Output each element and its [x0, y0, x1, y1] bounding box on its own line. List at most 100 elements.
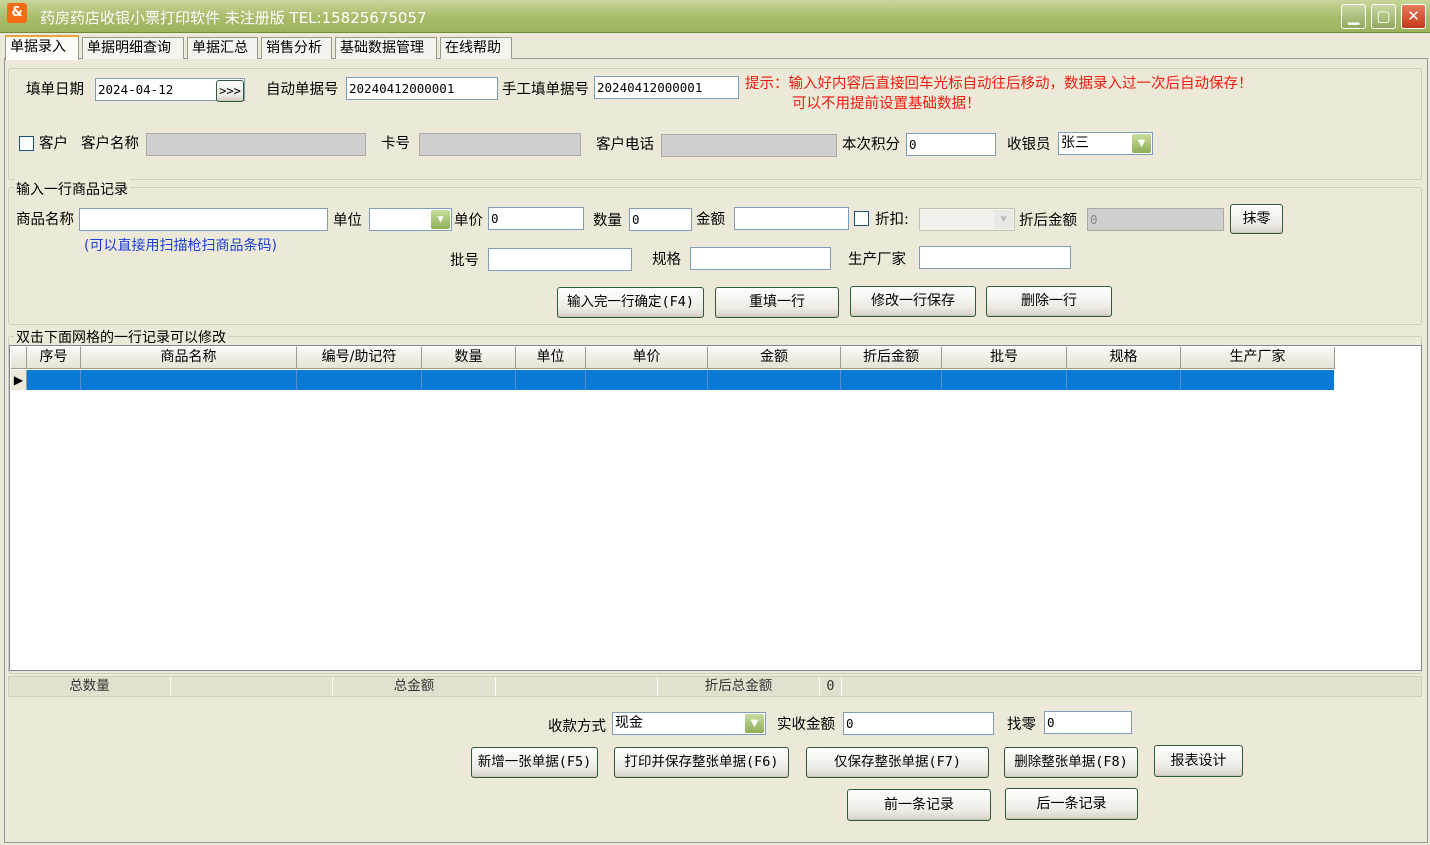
date-label: 填单日期 [26, 82, 84, 98]
amount-input[interactable] [734, 207, 849, 230]
minimize-button[interactable]: ▁ [1341, 4, 1366, 29]
table-cell[interactable] [81, 370, 297, 390]
report-design-button[interactable]: 报表设计 [1154, 745, 1243, 777]
table-row[interactable] [27, 370, 1334, 390]
cashier-label: 收银员 [1007, 137, 1051, 153]
points-label: 本次积分 [842, 137, 900, 153]
tab-bill-summary[interactable]: 单据汇总 [187, 37, 258, 59]
discounted-label: 折后金额 [1019, 213, 1077, 229]
column-header[interactable]: 批号 [942, 347, 1067, 369]
manual-no-input[interactable]: 20240412000001 [594, 76, 739, 99]
print-save-button[interactable]: 打印并保存整张单据(F6) [614, 747, 789, 778]
table-cell[interactable] [942, 370, 1067, 390]
table-cell[interactable] [27, 370, 81, 390]
product-input[interactable] [79, 208, 328, 231]
chevron-down-icon[interactable]: ▼ [745, 714, 764, 733]
window-title: 药房药店收银小票打印软件 未注册版 TEL:15825675057 [40, 9, 427, 27]
cashier-select[interactable]: 张三 ▼ [1058, 132, 1153, 155]
new-bill-button[interactable]: 新增一张单据(F5) [471, 747, 598, 778]
discount-select[interactable]: ▼ [919, 208, 1015, 231]
title-bar: & 药房药店收银小票打印软件 未注册版 TEL:15825675057 ▁ ▢ … [0, 0, 1430, 33]
batch-label: 批号 [450, 253, 479, 269]
close-button[interactable]: ✕ [1401, 4, 1426, 29]
chevron-down-icon[interactable]: ▼ [1132, 134, 1151, 153]
table-cell[interactable] [841, 370, 942, 390]
table-cell[interactable] [1067, 370, 1181, 390]
change-label: 找零 [1007, 717, 1036, 733]
tab-bill-detail-query[interactable]: 单据明细查询 [82, 37, 184, 59]
confirm-row-button[interactable]: 输入完一行确定(F4) [557, 287, 704, 318]
column-header[interactable]: 商品名称 [81, 347, 297, 369]
tab-sales-analysis[interactable]: 销售分析 [261, 37, 332, 59]
amount-label: 金额 [696, 212, 725, 228]
hint-text-2: 可以不用提前设置基础数据！ [792, 96, 981, 112]
chevron-down-icon[interactable]: ▼ [431, 210, 450, 229]
spec-input[interactable] [690, 247, 831, 270]
table-cell[interactable] [516, 370, 586, 390]
table-cell[interactable] [422, 370, 516, 390]
phone-input[interactable] [661, 134, 837, 157]
column-header[interactable]: 规格 [1067, 347, 1181, 369]
modify-row-button[interactable]: 修改一行保存 [850, 286, 976, 317]
delete-row-button[interactable]: 删除一行 [986, 286, 1112, 317]
discount-label: 折扣: [875, 212, 909, 228]
tab-basic-data[interactable]: 基础数据管理 [335, 37, 437, 59]
data-grid[interactable]: 序号 商品名称 编号/助记符 数量 单位 单价 金额 折后金额 批号 规格 生产… [9, 345, 1422, 671]
unit-label: 单位 [333, 213, 362, 229]
chevron-down-icon[interactable]: ▼ [994, 210, 1013, 229]
table-cell[interactable] [708, 370, 841, 390]
column-header[interactable]: 编号/助记符 [297, 347, 422, 369]
phone-label: 客户电话 [596, 137, 654, 153]
column-header[interactable]: 生产厂家 [1181, 347, 1335, 369]
card-input[interactable] [419, 133, 581, 156]
discount-checkbox[interactable] [854, 211, 869, 226]
price-input[interactable]: 0 [488, 207, 584, 230]
customer-checkbox[interactable] [19, 136, 34, 151]
customer-check-label: 客户 [39, 136, 68, 152]
grid-group-title: 双击下面网格的一行记录可以修改 [14, 327, 228, 347]
maximize-button[interactable]: ▢ [1371, 4, 1396, 29]
save-only-button[interactable]: 仅保存整张单据(F7) [806, 747, 989, 778]
customer-name-input[interactable] [146, 133, 366, 156]
cashier-value: 张三 [1061, 135, 1089, 151]
auto-no-label: 自动单据号 [266, 82, 339, 98]
delete-bill-button[interactable]: 删除整张单据(F8) [1004, 747, 1138, 778]
auto-no-input[interactable]: 20240412000001 [346, 77, 498, 100]
column-header[interactable]: 单价 [586, 347, 708, 369]
round-off-button[interactable]: 抹零 [1230, 204, 1283, 234]
total-qty-value [171, 677, 333, 696]
refill-row-button[interactable]: 重填一行 [715, 287, 839, 318]
total-qty-label: 总数量 [9, 677, 171, 696]
payment-method-select[interactable]: 现金 ▼ [612, 712, 766, 735]
tab-bill-entry[interactable]: 单据录入 [5, 35, 79, 60]
table-cell[interactable] [586, 370, 708, 390]
item-entry-group-title: 输入一行商品记录 [14, 179, 130, 199]
discounted-input[interactable]: 0 [1087, 208, 1224, 231]
discount-total-label: 折后总金额 [658, 677, 820, 696]
hint-text-1: 提示：输入好内容后直接回车光标自动往后移动，数据录入过一次后自动保存！ [745, 76, 1253, 92]
batch-input[interactable] [488, 248, 632, 271]
column-header[interactable]: 数量 [422, 347, 516, 369]
change-input[interactable]: 0 [1044, 711, 1132, 734]
maker-input[interactable] [919, 246, 1071, 269]
unit-select[interactable]: ▼ [369, 208, 452, 231]
next-record-button[interactable]: 后一条记录 [1005, 788, 1138, 820]
date-picker-button[interactable]: >>> [216, 80, 244, 102]
prev-record-button[interactable]: 前一条记录 [847, 789, 991, 821]
column-header[interactable]: 折后金额 [841, 347, 942, 369]
column-header[interactable]: 金额 [708, 347, 841, 369]
discount-total-value: 0 [820, 677, 842, 696]
points-input[interactable]: 0 [906, 133, 996, 156]
column-header[interactable]: 序号 [27, 347, 81, 369]
table-cell[interactable] [297, 370, 422, 390]
received-input[interactable]: 0 [843, 712, 994, 735]
tab-online-help[interactable]: 在线帮助 [440, 37, 512, 59]
product-label: 商品名称 [16, 212, 74, 228]
grid-corner [11, 347, 27, 369]
column-header[interactable]: 单位 [516, 347, 586, 369]
payment-method-label: 收款方式 [548, 719, 606, 735]
qty-input[interactable]: 0 [629, 208, 692, 231]
payment-method-value: 现金 [615, 715, 643, 731]
table-cell[interactable] [1181, 370, 1334, 390]
row-indicator-icon: ▶ [11, 370, 27, 390]
